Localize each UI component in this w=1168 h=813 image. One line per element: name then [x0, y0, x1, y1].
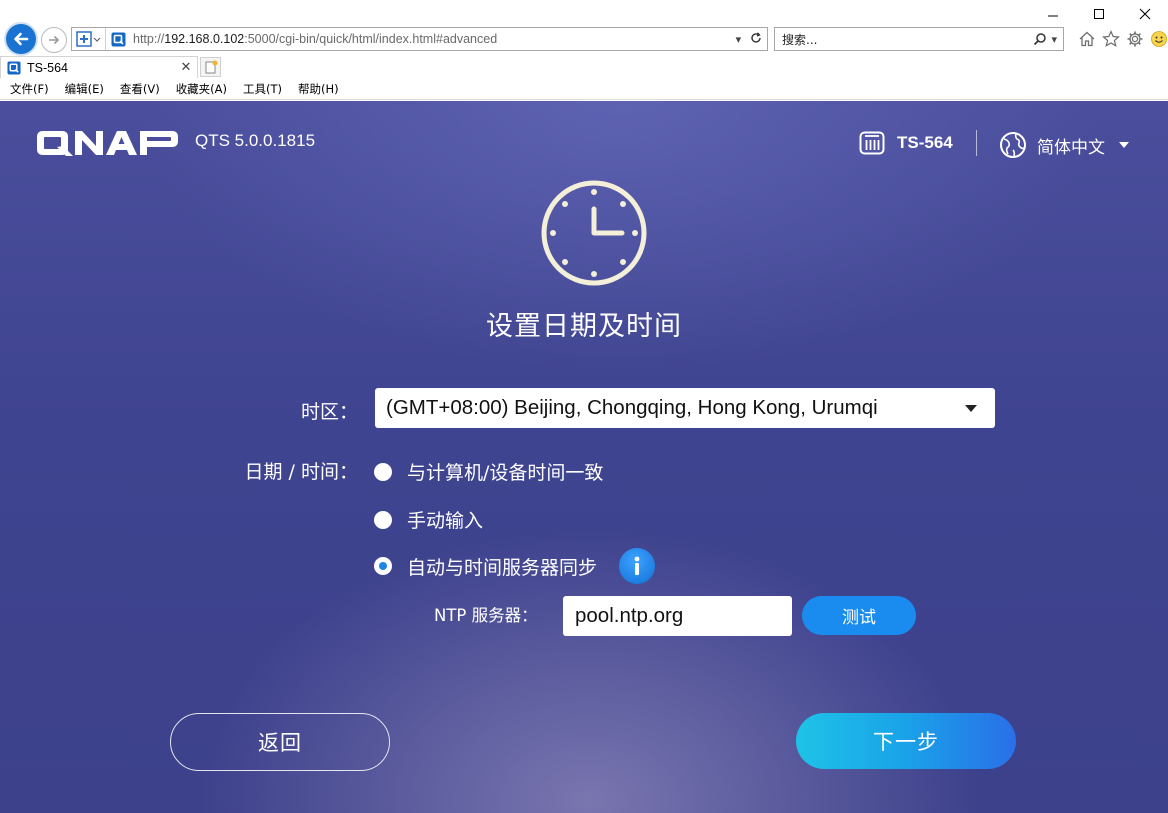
radio-button[interactable]: [374, 510, 392, 529]
arrow-left-icon: [14, 32, 29, 46]
favorites-star-icon[interactable]: [1101, 29, 1121, 49]
search-input[interactable]: 搜索...: [782, 31, 1033, 48]
search-icon[interactable]: [1033, 32, 1047, 46]
address-bar[interactable]: http://192.168.0.102:5000/cgi-bin/quick/…: [71, 27, 768, 51]
qnap-favicon-icon: [109, 28, 127, 50]
settings-gear-icon[interactable]: [1125, 29, 1145, 49]
arrow-right-icon: [49, 35, 60, 45]
tab-close-icon[interactable]: ✕: [179, 60, 193, 75]
option-label: 自动与时间服务器同步: [407, 556, 598, 579]
feedback-smiley-icon[interactable]: [1149, 29, 1168, 49]
menu-tools[interactable]: 工具(T): [243, 81, 282, 97]
qnap-favicon-icon: [7, 60, 21, 75]
radio-button-selected[interactable]: [374, 557, 392, 575]
header-divider: [976, 130, 977, 156]
menu-view[interactable]: 查看(V): [120, 81, 160, 97]
globe-icon: [1000, 132, 1026, 158]
menu-favorites[interactable]: 收藏夹(A): [176, 81, 227, 97]
radio-button[interactable]: [374, 462, 392, 481]
search-dropdown-icon[interactable]: ▾: [1051, 33, 1057, 46]
option-manual[interactable]: 手动输入: [374, 506, 483, 533]
nas-device-icon: [859, 131, 885, 155]
info-icon: [634, 556, 640, 575]
browser-toolbar-icons: [1077, 29, 1168, 49]
timezone-value: (GMT+08:00) Beijing, Chongqing, Hong Kon…: [386, 396, 878, 419]
menu-help[interactable]: 帮助(H): [298, 81, 339, 97]
dropdown-icon[interactable]: ▾: [736, 33, 742, 46]
option-label: 与计算机/设备时间一致: [407, 462, 604, 484]
qnap-logo: [37, 131, 178, 156]
new-tab-icon: [205, 60, 217, 74]
chevron-down-icon: [965, 404, 977, 412]
tab-strip: TS-564 ✕: [0, 56, 1168, 78]
next-button[interactable]: 下一步: [796, 713, 1016, 769]
setup-page: QTS 5.0.0.1815 TS-564 简体中文 设置日期及时间 时区： (…: [0, 101, 1168, 813]
ntp-server-input[interactable]: [563, 596, 792, 636]
ntp-server-label: NTP 服务器：: [434, 606, 538, 625]
home-icon[interactable]: [1077, 29, 1097, 49]
timezone-select[interactable]: (GMT+08:00) Beijing, Chongqing, Hong Kon…: [375, 388, 995, 428]
option-sync-computer[interactable]: 与计算机/设备时间一致: [374, 458, 603, 485]
refresh-icon[interactable]: [750, 31, 762, 47]
tab-title: TS-564: [27, 60, 68, 75]
menu-file[interactable]: 文件(F): [10, 81, 49, 97]
clock-icon: [541, 180, 647, 286]
language-selector[interactable]: 简体中文: [999, 131, 1129, 159]
compat-shield-icon[interactable]: [72, 28, 106, 50]
chevron-down-icon: [1119, 142, 1129, 148]
page-title: 设置日期及时间: [486, 311, 682, 342]
info-button[interactable]: [619, 548, 656, 584]
datetime-label: 日期 / 时间：: [244, 461, 358, 483]
new-tab-button[interactable]: [200, 57, 221, 77]
option-ntp-sync[interactable]: 自动与时间服务器同步: [374, 548, 656, 584]
menu-edit[interactable]: 编辑(E): [65, 81, 104, 97]
forward-nav-button[interactable]: [41, 27, 67, 53]
back-nav-button[interactable]: [4, 22, 38, 56]
firmware-version: QTS 5.0.0.1815: [195, 131, 316, 150]
address-tools: ▾: [731, 31, 767, 47]
radio-selected-dot: [379, 562, 387, 570]
timezone-label: 时区：: [300, 401, 358, 423]
search-tools: ▾: [1033, 32, 1057, 46]
device-indicator: TS-564: [859, 131, 953, 155]
address-bar-row: http://192.168.0.102:5000/cgi-bin/quick/…: [0, 22, 1168, 56]
back-button[interactable]: 返回: [170, 713, 390, 771]
language-label: 简体中文: [1037, 137, 1105, 158]
option-label: 手动输入: [407, 510, 484, 532]
menu-bar: 文件(F) 编辑(E) 查看(V) 收藏夹(A) 工具(T) 帮助(H): [0, 78, 1168, 100]
search-box[interactable]: 搜索... ▾: [774, 27, 1064, 51]
device-name: TS-564: [897, 133, 953, 152]
address-url[interactable]: http://192.168.0.102:5000/cgi-bin/quick/…: [133, 32, 731, 46]
tab-ts-564[interactable]: TS-564 ✕: [0, 56, 198, 78]
test-button[interactable]: 测试: [802, 596, 916, 635]
